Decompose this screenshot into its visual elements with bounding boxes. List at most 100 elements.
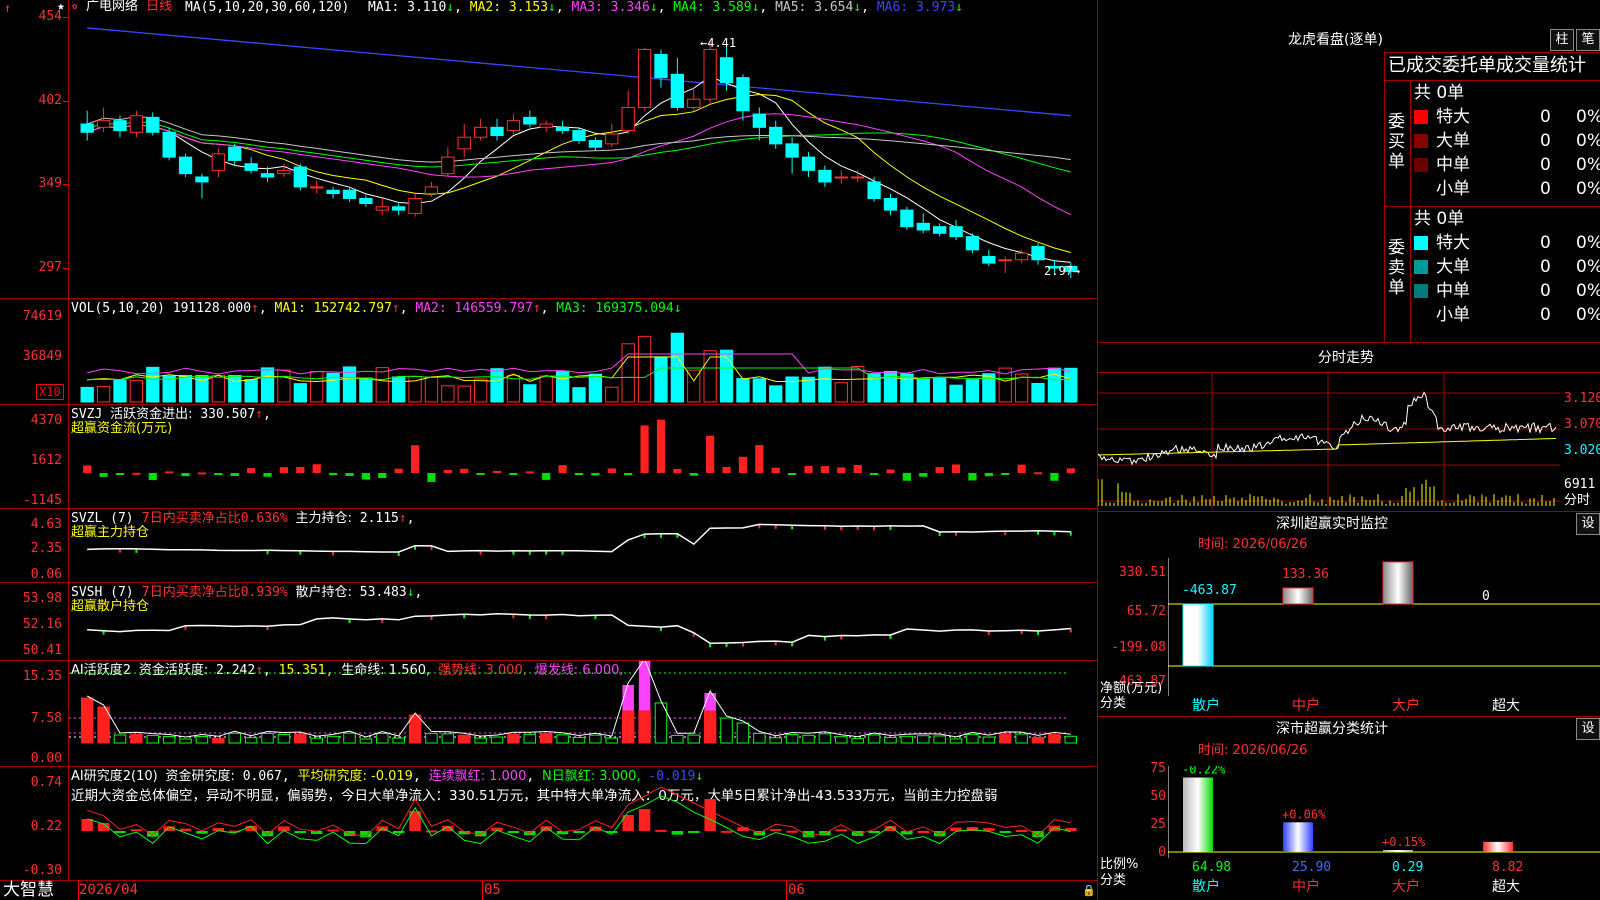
research-bar: [638, 809, 651, 831]
flow-bar: [132, 472, 141, 475]
candle-body: [211, 153, 225, 171]
fenshi-unit: 分时: [1564, 493, 1591, 508]
volume-bar: [211, 374, 225, 403]
legend-swatch: [1414, 308, 1428, 322]
candle-body: [326, 189, 340, 195]
category-label: 大户: [1392, 698, 1420, 714]
candle-body: [408, 198, 422, 214]
intraday-chart[interactable]: [1098, 373, 1560, 510]
flow-bar: [902, 473, 911, 481]
flow-bar: [279, 467, 289, 473]
candle-body: [129, 115, 144, 133]
flow-bar: [788, 473, 797, 475]
candle-body: [392, 206, 406, 211]
ai-research-chart: [81, 786, 1077, 845]
candle-body: [769, 126, 783, 145]
flow-bar: [607, 468, 616, 473]
candle-body: [736, 77, 750, 112]
active-bar: [1048, 733, 1061, 744]
active-bar: [261, 733, 274, 744]
down-arrow-icon: ↓: [853, 0, 862, 15]
ss-tick: 0: [1158, 845, 1166, 860]
volume-bar: [719, 349, 734, 403]
lock-icon[interactable]: 🔒: [1082, 884, 1096, 898]
volume-bar: [260, 367, 275, 403]
candlestick-chart[interactable]: [69, 14, 1097, 298]
active-bar: [310, 737, 323, 744]
volume-bar: [457, 385, 471, 403]
row-percent: 0%: [1576, 281, 1600, 301]
separator: ,: [540, 301, 557, 316]
active-bar: [507, 733, 520, 744]
stats-title: 已成交委托单成交量统计: [1388, 55, 1586, 76]
active-bar: [949, 738, 963, 744]
active-bar: [589, 734, 602, 744]
candle-body: [851, 176, 865, 179]
active-bar: [343, 732, 356, 744]
main-chart-area[interactable]: ↑ ★ ✿ 广电网络 日线 MA(5,10,20,30,60,120) MA1:…: [0, 0, 1098, 900]
candle-body: [670, 73, 685, 108]
vol-unit-badge[interactable]: X10: [36, 384, 64, 400]
flow-bar: [214, 473, 223, 475]
sz-settings-button[interactable]: 设: [1576, 513, 1600, 535]
tick-mode-button[interactable]: 笔: [1576, 29, 1600, 51]
period-label[interactable]: 日线: [146, 0, 172, 14]
volume-bar: [490, 368, 504, 403]
candle-body: [506, 120, 521, 132]
active-bar: [556, 734, 569, 744]
row-count: 0: [1540, 155, 1551, 175]
volume-bar: [621, 343, 635, 403]
flag-icon: ✿: [72, 2, 78, 12]
ratio-bar: [1483, 841, 1513, 852]
flow-bar: [181, 473, 190, 477]
research-bar: [704, 799, 716, 831]
flow-bar: [869, 473, 879, 475]
legend-swatch: [1414, 236, 1428, 250]
active-bar: [294, 733, 307, 744]
svzl-tick: 2.35: [30, 541, 62, 556]
active-bar: [785, 733, 799, 744]
ss-settings-button[interactable]: 设: [1576, 718, 1600, 740]
flow-bar: [394, 468, 403, 473]
ai-active-tick: 7.58: [30, 711, 62, 726]
ratio-value: 25.90: [1292, 860, 1332, 875]
candle-body: [1014, 252, 1029, 261]
volume-bar: [523, 384, 537, 403]
ma-line: [87, 76, 1071, 263]
row-label: 特大: [1436, 107, 1470, 127]
active-bar: [441, 733, 455, 744]
flow-bar: [1050, 473, 1059, 481]
active-bar: [998, 733, 1012, 744]
active-bar: [638, 710, 651, 744]
volume-bar: [965, 379, 980, 403]
flow-bar: [83, 465, 92, 473]
flow-bar: [230, 473, 239, 477]
bar-mode-button[interactable]: 柱: [1550, 29, 1574, 51]
lhkp-title: 龙虎看盘(逐单): [1288, 32, 1383, 48]
research-line: [87, 795, 1071, 845]
ss-title: 深市超赢分类统计: [1276, 721, 1388, 737]
candle-body: [178, 156, 193, 175]
active-bar: [933, 735, 946, 744]
category-label: 超大: [1492, 879, 1520, 895]
active-bar: [687, 734, 700, 744]
ss-tick: 75: [1150, 761, 1166, 776]
research-bar: [999, 831, 1011, 833]
active-bar: [80, 697, 94, 744]
candle-body: [293, 166, 307, 188]
svzj-tick: 4370: [30, 413, 62, 428]
delta-label: -0.22%: [1182, 766, 1226, 776]
row-count: 0: [1540, 233, 1551, 253]
ma-value: MA1: 3.110: [368, 0, 447, 15]
ss-xlabel: 分类: [1100, 873, 1127, 888]
ss-ylabel: 比例%: [1100, 857, 1139, 872]
net-value-label: 0: [1482, 589, 1490, 604]
flow-bar: [837, 467, 846, 473]
volume-chart: [80, 332, 1078, 403]
separator: ,: [861, 0, 877, 15]
candle-body: [900, 209, 914, 228]
research-line: [87, 786, 1071, 837]
stock-name[interactable]: 广电网络: [86, 0, 138, 14]
net-value-label: 330.51: [1382, 558, 1429, 562]
volume-bar: [473, 378, 488, 403]
